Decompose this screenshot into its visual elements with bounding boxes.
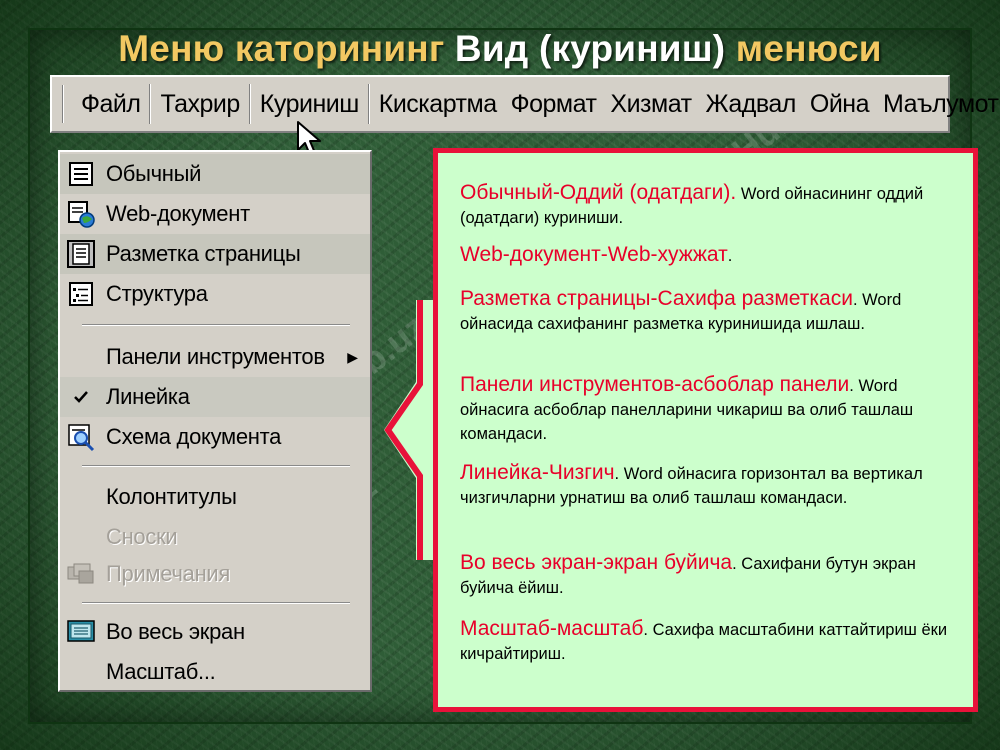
menu-item-zoom[interactable]: Масштаб... <box>60 652 370 692</box>
description-panel: Обычный-Оддий (одатдаги). Word ойнасинин… <box>433 148 978 712</box>
view-dropdown-menu: Обычный Web-документ Разметка страницы С… <box>58 150 372 692</box>
description-toolbars: Панели инструментов-асбоблар панели. Wor… <box>460 373 960 446</box>
menu-item-label: Во весь экран <box>106 619 245 644</box>
menu-item-header-footer[interactable]: Колонтитулы <box>60 477 370 517</box>
menu-item-outline[interactable]: Структура <box>60 274 370 314</box>
menu-item-normal[interactable]: Обычный <box>60 154 370 194</box>
description-term: Линейка-Чизгич <box>460 461 615 484</box>
check-icon <box>64 380 98 414</box>
menu-separator <box>367 84 370 124</box>
document-map-icon <box>64 420 98 454</box>
menu-separator <box>82 324 350 326</box>
toolbar-grip[interactable] <box>62 85 64 123</box>
menu-edit[interactable]: Тахрир <box>153 90 246 119</box>
menu-file[interactable]: Файл <box>74 90 147 119</box>
menu-item-label: Панели инструментов <box>106 344 325 369</box>
menu-item-label: Разметка страницы <box>106 241 301 266</box>
menu-view[interactable]: Куриниш <box>253 90 366 119</box>
menu-item-page-layout[interactable]: Разметка страницы <box>60 234 370 274</box>
description-web-document: Web-документ-Web-хужжат. <box>460 243 960 268</box>
web-document-icon <box>64 197 98 231</box>
menu-separator <box>82 465 350 467</box>
outline-icon <box>64 277 98 311</box>
menu-item-label: Обычный <box>106 161 202 186</box>
description-ruler: Линейка-Чизгич. Word ойнасига горизонтал… <box>460 461 960 510</box>
menu-tools[interactable]: Хизмат <box>603 90 698 119</box>
title-part-3: менюси <box>735 28 882 69</box>
menu-item-comments[interactable]: Примечания <box>60 554 370 594</box>
menu-item-ruler[interactable]: Линейка <box>60 377 370 417</box>
description-normal: Обычный-Оддий (одатдаги). Word ойнасинин… <box>460 181 960 230</box>
menu-insert[interactable]: Кискартма <box>372 90 504 119</box>
slide-title: Меню каторининг Вид (куриниш) менюси <box>0 28 1000 70</box>
menu-item-document-map[interactable]: Схема документа <box>60 417 370 457</box>
menu-item-toolbars[interactable]: Панели инструментов ▶ <box>60 337 370 377</box>
menu-item-full-screen[interactable]: Во весь экран <box>60 612 370 652</box>
menu-separator <box>82 602 350 604</box>
menu-separator <box>248 84 251 124</box>
menu-help[interactable]: Маълумот <box>876 90 1000 119</box>
menu-item-label: Структура <box>106 281 208 306</box>
menu-item-label: Сноски <box>106 524 178 549</box>
menu-item-footnotes[interactable]: Сноски <box>60 517 370 557</box>
title-part-1: Меню каторининг <box>118 28 445 69</box>
description-term: Масштаб-масштаб <box>460 617 644 640</box>
description-term: Web-документ-Web-хужжат <box>460 243 728 266</box>
description-term: Разметка страницы-Сахифа разметкаси <box>460 287 853 310</box>
menu-window[interactable]: Ойна <box>803 90 876 119</box>
description-text: . <box>727 247 733 265</box>
comments-icon <box>64 557 98 591</box>
description-term: Во весь экран-экран буйича <box>460 551 733 574</box>
menu-item-label: Схема документа <box>106 424 282 449</box>
menu-item-label: Линейка <box>106 384 190 409</box>
description-term: Обычный-Оддий (одатдаги). <box>460 181 737 204</box>
menu-separator <box>149 84 152 124</box>
menu-item-label: Колонтитулы <box>106 484 237 509</box>
menu-format[interactable]: Формат <box>504 90 604 119</box>
full-screen-icon <box>64 615 98 649</box>
description-zoom: Масштаб-масштаб. Сахифа масштабини катта… <box>460 617 960 666</box>
description-page-layout: Разметка страницы-Сахифа разметкаси. Wor… <box>460 287 960 336</box>
menu-item-label: Масштаб... <box>106 659 216 684</box>
menu-item-label: Web-документ <box>106 201 250 226</box>
menu-bar: Файл Тахрир Куриниш Кискартма Формат Хиз… <box>50 75 999 133</box>
menu-table[interactable]: Жадвал <box>699 90 803 119</box>
title-part-2: Вид (куриниш) <box>454 28 726 69</box>
description-full-screen: Во весь экран-экран буйича. Сахифани бут… <box>460 551 960 600</box>
normal-view-icon <box>64 157 98 191</box>
page-layout-icon <box>64 237 98 271</box>
description-term: Панели инструментов-асбоблар панели <box>460 373 850 396</box>
menu-item-web-document[interactable]: Web-документ <box>60 194 370 234</box>
menu-item-label: Примечания <box>106 561 231 586</box>
submenu-arrow-icon: ▶ <box>347 348 358 365</box>
